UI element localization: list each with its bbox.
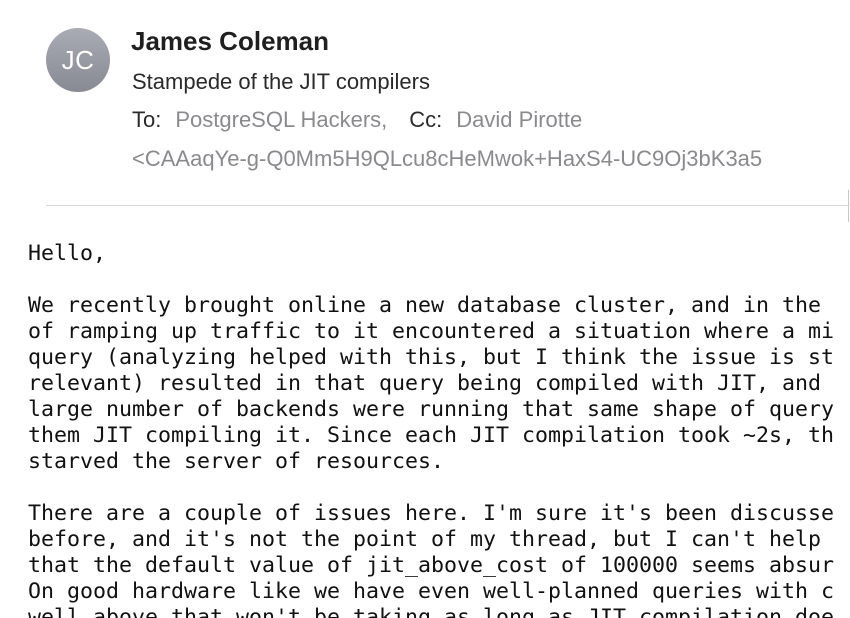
body-line: Hello,	[28, 241, 107, 266]
body-line: them JIT compiling it. Since each JIT co…	[28, 423, 835, 448]
body-line: starved the server of resources.	[28, 449, 445, 474]
body-line: We recently brought online a new databas…	[28, 293, 822, 318]
body-line: of ramping up traffic to it encountered …	[28, 319, 835, 344]
sender-avatar[interactable]: JC	[46, 28, 110, 92]
to-label: To:	[132, 107, 162, 132]
body-line: well above that won't be taking as long …	[28, 605, 835, 618]
body-line: There are a couple of issues here. I'm s…	[28, 501, 835, 526]
cc-label: Cc:	[409, 107, 443, 132]
body-line: before, and it's not the point of my thr…	[28, 527, 822, 552]
message-subject: Stampede of the JIT compilers	[132, 69, 430, 94]
body-line: large number of backends were running th…	[28, 397, 835, 422]
body-line: query (analyzing helped with this, but I…	[28, 345, 835, 370]
avatar-initials: JC	[61, 44, 95, 75]
recipients-line: To: PostgreSQL Hackers, Cc: David Pirotte	[132, 107, 582, 133]
sender-name[interactable]: James Coleman	[131, 26, 329, 57]
body-line: On good hardware like we have even well-…	[28, 579, 835, 604]
message-header: JC James Coleman Stampede of the JIT com…	[0, 0, 850, 222]
message-body: Hello, We recently brought online a new …	[28, 241, 850, 618]
header-divider	[46, 205, 850, 206]
message-id: <CAAaqYe-g-Q0Mm5H9QLcu8cHeMwok+HaxS4-UC9…	[132, 146, 763, 171]
to-recipient[interactable]: PostgreSQL Hackers,	[175, 107, 387, 132]
body-line: relevant) resulted in that query being c…	[28, 371, 822, 396]
body-line: that the default value of jit_above_cost…	[28, 553, 835, 578]
cc-recipient[interactable]: David Pirotte	[456, 107, 582, 132]
pane-edge	[848, 190, 849, 222]
